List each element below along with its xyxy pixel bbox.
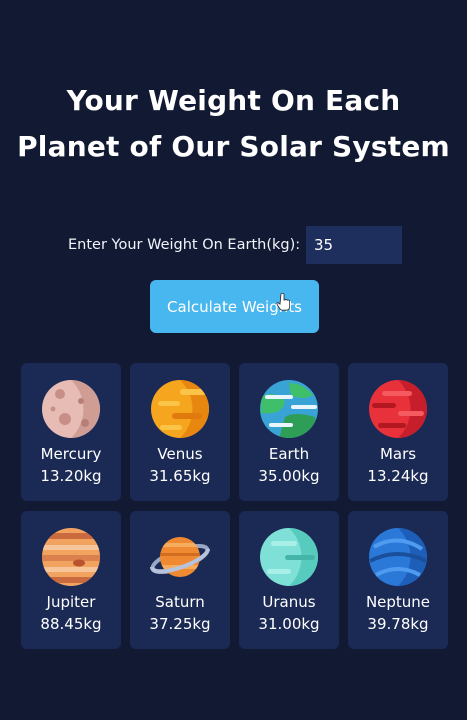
page-title-line-2: Planet of Our Solar System <box>17 130 450 163</box>
planet-weight: 13.24kg <box>367 467 429 485</box>
planet-name: Mars <box>379 445 417 463</box>
neptune-icon <box>369 528 427 586</box>
planet-name: Neptune <box>365 593 431 611</box>
planet-name: Venus <box>157 445 203 463</box>
planet-card-mercury: Mercury 13.20kg <box>21 363 121 501</box>
planet-name: Saturn <box>155 593 205 611</box>
page-title: Your Weight On Each Planet of Our Solar … <box>0 78 467 170</box>
planet-card-venus: Venus 31.65kg <box>130 363 230 501</box>
planet-weight: 31.00kg <box>258 615 320 633</box>
jupiter-icon <box>42 528 100 586</box>
weight-input[interactable] <box>306 226 402 264</box>
uranus-icon <box>260 528 318 586</box>
planet-card-saturn: Saturn 37.25kg <box>130 511 230 649</box>
mercury-icon <box>42 380 100 438</box>
hand-cursor-icon <box>276 292 290 311</box>
planet-weight: 88.45kg <box>40 615 102 633</box>
weight-form: Enter Your Weight On Earth(kg): <box>0 226 467 264</box>
planet-card-neptune: Neptune 39.78kg <box>348 511 448 649</box>
planet-weight: 13.20kg <box>40 467 102 485</box>
planet-weight: 39.78kg <box>367 615 429 633</box>
earth-icon <box>260 380 318 438</box>
planet-weight: 31.65kg <box>149 467 211 485</box>
saturn-icon <box>150 537 210 577</box>
planet-name: Earth <box>268 445 310 463</box>
planet-weight: 35.00kg <box>258 467 320 485</box>
planet-name: Jupiter <box>46 593 96 611</box>
planet-weight: 37.25kg <box>149 615 211 633</box>
planet-name: Uranus <box>262 593 316 611</box>
calculate-weights-button[interactable]: Calculate Weights <box>150 280 319 333</box>
planet-card-earth: Earth 35.00kg <box>239 363 339 501</box>
weight-label: Enter Your Weight On Earth(kg): <box>68 237 301 253</box>
venus-icon <box>151 380 209 438</box>
mars-icon <box>369 380 427 438</box>
planet-card-mars: Mars 13.24kg <box>348 363 448 501</box>
planet-card-uranus: Uranus 31.00kg <box>239 511 339 649</box>
planet-grid: Mercury 13.20kg Venus 31.65kg Earth 35.0… <box>21 363 449 649</box>
page-title-line-1: Your Weight On Each <box>66 84 401 117</box>
planet-card-jupiter: Jupiter 88.45kg <box>21 511 121 649</box>
planet-name: Mercury <box>40 445 102 463</box>
